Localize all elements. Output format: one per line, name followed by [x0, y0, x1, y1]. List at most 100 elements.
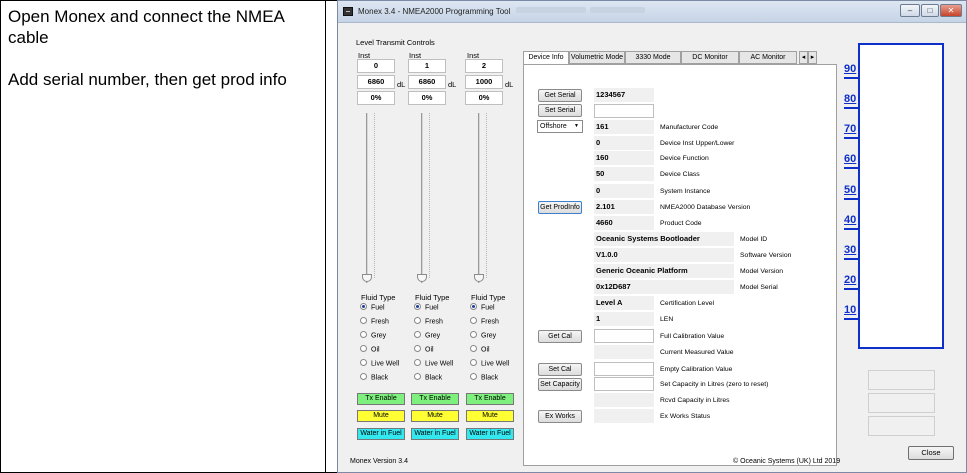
gauge-tick-label: 70 — [844, 123, 857, 135]
fluid-radio-live-well[interactable]: Live Well — [470, 359, 510, 368]
get-cal-button[interactable]: Get Cal — [538, 330, 582, 343]
fluid-type-label: Fluid Type — [415, 293, 450, 302]
tx-enable-button[interactable]: Tx Enable — [466, 393, 514, 405]
instructions-panel: Open Monex and connect the NMEA cable Ad… — [0, 0, 326, 473]
empty-cal-label: Empty Calibration Value — [660, 366, 733, 373]
fluid-radio-oil[interactable]: Oil — [414, 345, 434, 354]
inst-input[interactable]: 0 — [357, 59, 395, 73]
radio-label: Fresh — [481, 318, 499, 326]
water-in-fuel-button[interactable]: Water in Fuel — [357, 428, 405, 440]
window-title: Monex 3.4 - NMEA2000 Programming Tool — [358, 7, 511, 16]
capacity-input[interactable] — [594, 377, 654, 391]
radio-label: Black — [481, 374, 499, 382]
ex-works-button[interactable]: Ex Works — [538, 410, 582, 423]
tx-enable-button[interactable]: Tx Enable — [357, 393, 405, 405]
fluid-radio-grey[interactable]: Grey — [360, 331, 387, 340]
model-version-value: Generic Oceanic Platform — [594, 264, 734, 278]
manufacturer-select[interactable]: Offshore ▼ — [537, 120, 583, 133]
full-cal-input[interactable] — [594, 329, 654, 343]
tab-scroll-left-button[interactable]: ◂ — [799, 51, 808, 64]
gauge-tick-mark — [844, 167, 860, 169]
tab-volumetric-mode[interactable]: Volumetric Mode — [569, 51, 625, 64]
set-cal-button[interactable]: Set Cal — [538, 363, 582, 376]
set-capacity-button[interactable]: Set Capacity — [538, 378, 582, 391]
level-slider-track[interactable] — [366, 113, 368, 283]
slider-ticks — [374, 113, 375, 278]
gauge-tick-label: 10 — [844, 304, 857, 316]
tab-device-info[interactable]: Device Info — [523, 51, 569, 65]
fluid-radio-fuel[interactable]: Fuel — [470, 303, 495, 311]
fluid-radio-black[interactable]: Black — [414, 373, 442, 381]
fluid-radio-black[interactable]: Black — [360, 373, 388, 381]
level-input[interactable]: 6860 — [408, 75, 446, 89]
radio-label: Live Well — [425, 360, 454, 368]
full-cal-label: Full Calibration Value — [660, 333, 725, 340]
level-input[interactable]: 1000 — [465, 75, 503, 89]
tx-enable-button[interactable]: Tx Enable — [411, 393, 459, 405]
gauge-tick-label: 30 — [844, 244, 857, 256]
fluid-radio-oil[interactable]: Oil — [470, 345, 490, 353]
level-slider-track[interactable] — [421, 113, 423, 283]
manufacturer-code-label: Manufacturer Code — [660, 124, 719, 131]
level-input[interactable]: 6860 — [357, 75, 395, 89]
fluid-radio-grey[interactable]: Grey — [470, 331, 497, 340]
mute-button[interactable]: Mute — [357, 410, 405, 422]
fluid-radio-fresh[interactable]: Fresh — [470, 317, 499, 326]
inst-input[interactable]: 2 — [465, 59, 503, 73]
fluid-radio-live-well[interactable]: Live Well — [414, 359, 454, 368]
fluid-type-label: Fluid Type — [361, 293, 396, 302]
gauge-tick-label: 60 — [844, 153, 857, 165]
mute-button[interactable]: Mute — [411, 410, 459, 422]
radio-label: Grey — [371, 332, 387, 340]
fluid-radio-oil[interactable]: Oil — [360, 345, 380, 353]
radio-label: Fuel — [425, 304, 439, 312]
maximize-button[interactable]: □ — [921, 4, 939, 17]
fluid-radio-fuel[interactable]: Fuel — [360, 303, 385, 311]
tab-scroll-right-button[interactable]: ▸ — [808, 51, 817, 64]
level-slider-thumb[interactable] — [362, 274, 372, 282]
radio-label: Grey — [481, 332, 497, 340]
get-prodinfo-button[interactable]: Get ProdInfo — [538, 201, 582, 214]
fluid-radio-grey[interactable]: Grey — [414, 331, 440, 339]
fluid-radio-fresh[interactable]: Fresh — [414, 317, 443, 325]
rcvd-capacity-label: Rcvd Capacity in Litres — [660, 397, 730, 404]
ex-works-status-label: Ex Works Status — [660, 413, 711, 420]
level-slider-track[interactable] — [478, 113, 480, 283]
close-window-button[interactable]: ✕ — [940, 4, 962, 17]
model-version-label: Model Version — [740, 268, 784, 275]
fluid-radio-black[interactable]: Black — [470, 373, 499, 382]
gauge-tick-mark — [844, 137, 860, 139]
level-slider-thumb[interactable] — [417, 274, 427, 282]
get-serial-button[interactable]: Get Serial — [538, 89, 582, 102]
level-slider-thumb[interactable] — [474, 274, 484, 282]
unit-label: dL — [448, 80, 457, 89]
gauge-tick-mark — [844, 288, 860, 290]
tab-3330-mode[interactable]: 3330 Mode — [625, 51, 681, 64]
fluid-radio-live-well[interactable]: Live Well — [360, 359, 400, 368]
radio-label: Live Well — [481, 360, 510, 368]
tab-ac-monitor[interactable]: AC Monitor — [739, 51, 797, 64]
radio-label: Oil — [425, 346, 434, 354]
radio-label: Live Well — [371, 360, 400, 368]
water-in-fuel-button[interactable]: Water in Fuel — [411, 428, 459, 440]
len-value: 1 — [594, 312, 654, 326]
percent-display: 0% — [408, 91, 446, 105]
unit-label: dL — [397, 80, 406, 89]
percent-display: 0% — [465, 91, 503, 105]
serial-input[interactable] — [594, 104, 654, 118]
empty-cal-input[interactable] — [594, 362, 654, 376]
device-function-value: 160 — [594, 151, 654, 165]
inst-input[interactable]: 1 — [408, 59, 446, 73]
db-version-label: NMEA2000 Database Version — [660, 204, 751, 211]
minimize-button[interactable]: – — [900, 4, 920, 17]
device-inst-label: Device Inst Upper/Lower — [660, 140, 735, 147]
gauge-tick-mark — [844, 77, 860, 79]
mute-button[interactable]: Mute — [466, 410, 514, 422]
fluid-radio-fuel[interactable]: Fuel — [414, 303, 439, 312]
fluid-radio-fresh[interactable]: Fresh — [360, 317, 389, 325]
tab-dc-monitor[interactable]: DC Monitor — [681, 51, 739, 64]
water-in-fuel-button[interactable]: Water in Fuel — [466, 428, 514, 440]
set-serial-button[interactable]: Set Serial — [538, 104, 582, 117]
slider-ticks — [486, 113, 487, 278]
close-button[interactable]: Close — [908, 446, 954, 460]
